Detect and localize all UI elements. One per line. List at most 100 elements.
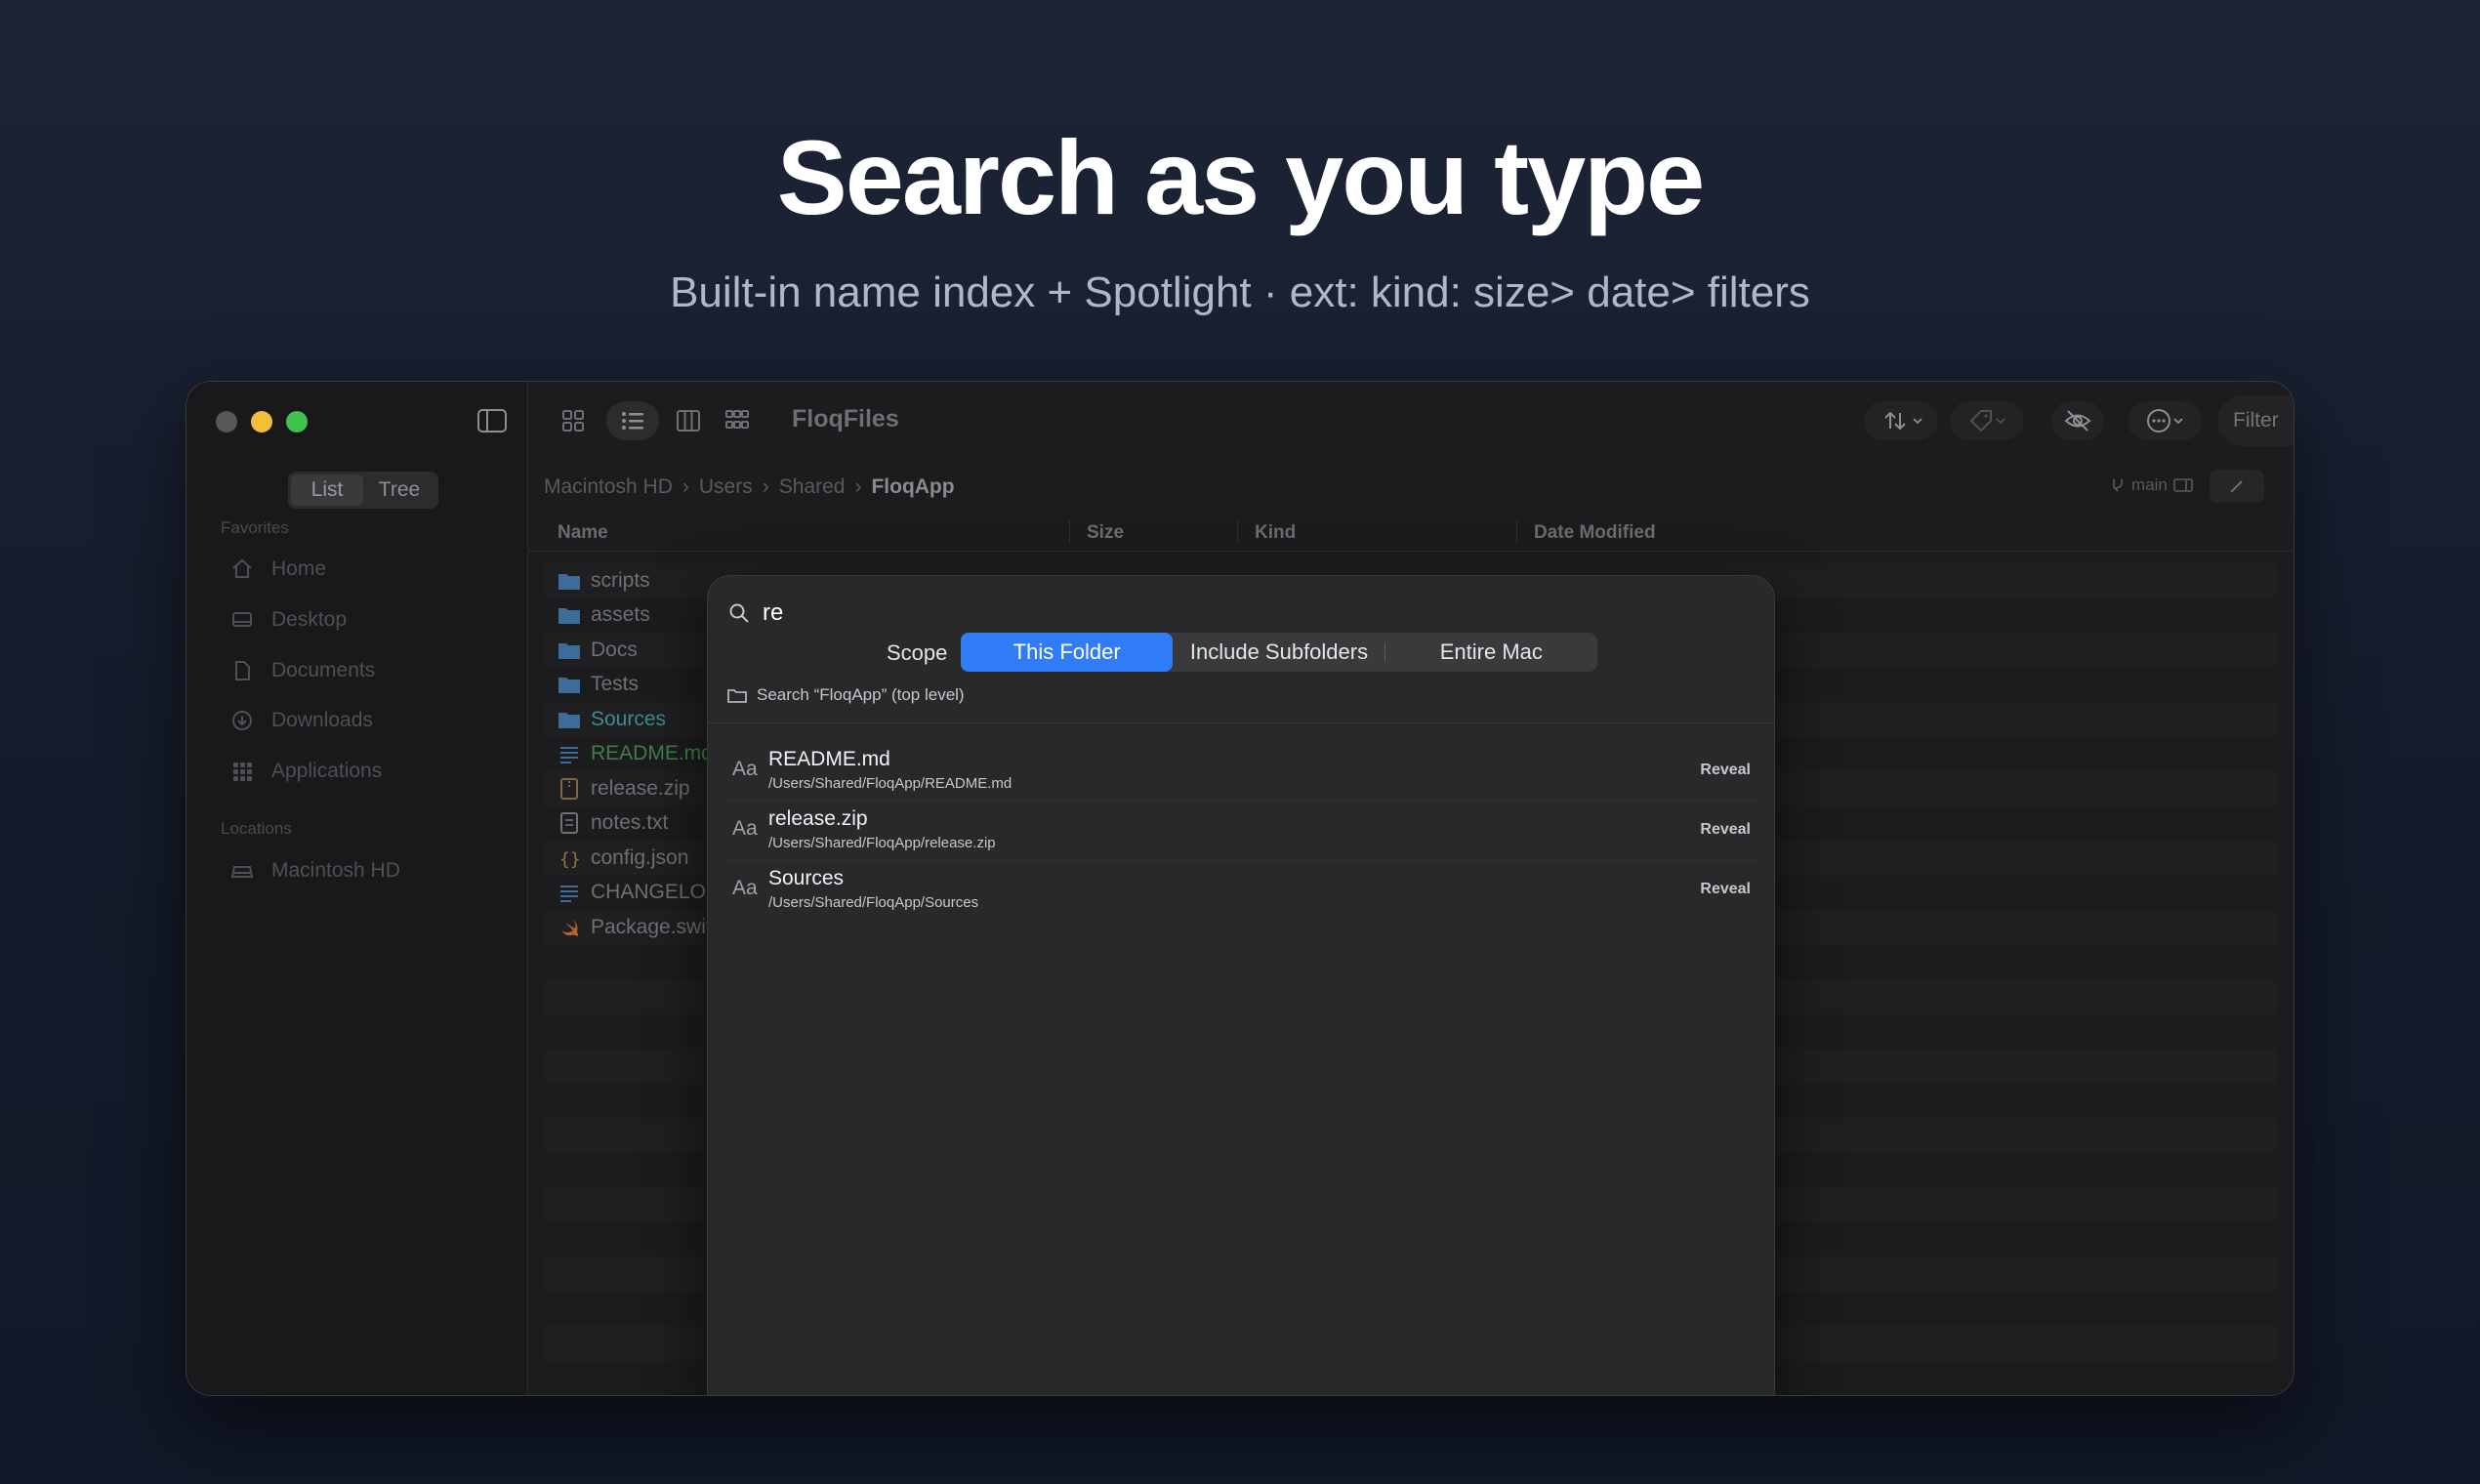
markdown-icon bbox=[560, 747, 578, 764]
panel-icon bbox=[2173, 478, 2193, 492]
scope-hint: Search “FloqApp” (top level) bbox=[727, 685, 965, 705]
column-name[interactable]: Name bbox=[558, 522, 608, 544]
sidebar-item-label: Applications bbox=[271, 760, 383, 782]
column-kind[interactable]: Kind bbox=[1255, 522, 1296, 544]
scope-this-folder[interactable]: This Folder bbox=[961, 633, 1174, 672]
file-name: config.json bbox=[591, 845, 689, 869]
window-controls bbox=[216, 411, 308, 433]
reveal-button[interactable]: Reveal bbox=[1700, 881, 1751, 898]
grid-view-icon bbox=[562, 410, 584, 432]
view-mode-tree[interactable]: Tree bbox=[363, 474, 435, 506]
name-match-icon: Aa bbox=[732, 758, 758, 780]
search-results: Aa README.md /Users/Shared/FloqApp/READM… bbox=[727, 742, 1755, 921]
hidden-files-toggle[interactable] bbox=[2051, 401, 2104, 440]
breadcrumb-separator-icon: › bbox=[762, 475, 769, 498]
sidebar-item-label: Downloads bbox=[271, 709, 373, 731]
search-popover: Scope This Folder Include Subfolders Ent… bbox=[707, 575, 1775, 1395]
search-result[interactable]: Aa Sources /Users/Shared/FloqApp/Sources… bbox=[727, 861, 1755, 921]
breadcrumb: Macintosh HD › Users › Shared › FloqApp bbox=[544, 475, 955, 499]
markdown-icon bbox=[560, 886, 578, 903]
applications-grid-icon bbox=[233, 763, 252, 781]
name-match-icon: Aa bbox=[732, 877, 758, 899]
house-icon bbox=[232, 558, 252, 578]
breadcrumb-separator-icon: › bbox=[682, 475, 689, 498]
desktop-icon bbox=[232, 612, 252, 627]
toolbar: FloqFiles bbox=[528, 382, 2294, 460]
file-name: Docs bbox=[591, 638, 638, 661]
svg-text:{}: {} bbox=[559, 849, 581, 869]
sort-button[interactable] bbox=[1864, 401, 1938, 440]
ellipsis-circle-icon bbox=[2147, 409, 2170, 433]
result-name: README.md bbox=[768, 748, 890, 770]
file-name: release.zip bbox=[591, 776, 690, 800]
app-title: FloqFiles bbox=[792, 405, 899, 433]
sidebar-item-documents[interactable]: Documents bbox=[230, 654, 375, 687]
pencil-icon bbox=[2230, 480, 2243, 493]
tags-button[interactable] bbox=[1950, 401, 2024, 440]
sidebar-item-label: Documents bbox=[271, 659, 376, 681]
column-view-button[interactable] bbox=[669, 401, 708, 440]
scope-entire-mac[interactable]: Entire Mac bbox=[1385, 633, 1597, 672]
search-icon bbox=[729, 603, 749, 623]
search-result[interactable]: Aa release.zip /Users/Shared/FloqApp/rel… bbox=[727, 802, 1755, 861]
column-separator[interactable] bbox=[1069, 520, 1070, 544]
column-size[interactable]: Size bbox=[1087, 522, 1124, 544]
minimize-window-button[interactable] bbox=[251, 411, 272, 433]
result-path: /Users/Shared/FloqApp/release.zip bbox=[768, 835, 996, 851]
search-input[interactable] bbox=[763, 599, 1641, 627]
hero-title: Search as you type bbox=[776, 118, 1705, 236]
gallery-view-button[interactable] bbox=[718, 401, 757, 440]
column-separator[interactable] bbox=[1237, 520, 1238, 544]
search-result[interactable]: Aa README.md /Users/Shared/FloqApp/READM… bbox=[727, 742, 1755, 802]
result-name: release.zip bbox=[768, 807, 868, 830]
sidebar: List Tree Favorites Home Desktop Documen… bbox=[186, 382, 528, 1395]
breadcrumb-item[interactable]: Shared bbox=[779, 475, 846, 499]
gallery-icon bbox=[725, 410, 749, 429]
list-view-button[interactable] bbox=[606, 401, 659, 440]
scope-include-subfolders[interactable]: Include Subfolders bbox=[1173, 633, 1385, 672]
git-branch-name: main bbox=[2131, 475, 2168, 494]
scope-hint-text: Search “FloqApp” (top level) bbox=[757, 685, 965, 704]
icon-view-button[interactable] bbox=[554, 401, 593, 440]
zip-icon bbox=[560, 777, 578, 800]
sidebar-item-downloads[interactable]: Downloads bbox=[230, 704, 373, 737]
view-mode-segmented-control: List Tree bbox=[288, 472, 438, 509]
sidebar-item-label: Macintosh HD bbox=[271, 859, 400, 882]
folder-icon bbox=[558, 573, 580, 590]
reveal-button[interactable]: Reveal bbox=[1700, 821, 1751, 839]
hero-subtitle: Built-in name index + Spotlight · ext: k… bbox=[670, 268, 1810, 316]
eye-slash-icon bbox=[2064, 410, 2091, 432]
sidebar-item-desktop[interactable]: Desktop bbox=[230, 603, 347, 637]
git-branch-indicator[interactable]: main bbox=[2110, 475, 2193, 495]
breadcrumb-item[interactable]: Macintosh HD bbox=[544, 475, 673, 499]
column-separator[interactable] bbox=[1516, 520, 1517, 544]
close-window-button[interactable] bbox=[216, 411, 237, 433]
edit-button[interactable] bbox=[2210, 470, 2264, 503]
scope-option-label: Include Subfolders bbox=[1189, 639, 1369, 664]
column-date-modified[interactable]: Date Modified bbox=[1534, 522, 1656, 544]
sidebar-item-applications[interactable]: Applications bbox=[230, 755, 382, 788]
search-field bbox=[727, 594, 1755, 633]
result-path: /Users/Shared/FloqApp/README.md bbox=[768, 775, 1013, 792]
file-name: scripts bbox=[591, 568, 650, 592]
more-actions-button[interactable] bbox=[2128, 401, 2202, 440]
file-name: notes.txt bbox=[591, 811, 669, 835]
file-name: Sources bbox=[591, 707, 667, 730]
maximize-window-button[interactable] bbox=[286, 411, 308, 433]
reveal-button[interactable]: Reveal bbox=[1700, 762, 1751, 779]
text-file-icon bbox=[560, 812, 578, 835]
breadcrumb-separator-icon: › bbox=[854, 475, 862, 498]
breadcrumb-current[interactable]: FloqApp bbox=[871, 475, 954, 499]
locations-header: Locations bbox=[221, 819, 292, 838]
sidebar-item-home[interactable]: Home bbox=[230, 553, 326, 586]
folder-icon bbox=[558, 712, 580, 728]
sidebar-item-macintosh-hd[interactable]: Macintosh HD bbox=[230, 854, 400, 887]
chevron-down-icon bbox=[1996, 418, 2005, 425]
sidebar-toggle-icon[interactable] bbox=[476, 408, 508, 433]
divider bbox=[708, 722, 1774, 723]
breadcrumb-item[interactable]: Users bbox=[699, 475, 753, 499]
git-branch-icon bbox=[2113, 479, 2123, 492]
drive-icon bbox=[230, 866, 254, 878]
view-mode-list[interactable]: List bbox=[291, 474, 363, 506]
filter-input[interactable] bbox=[2217, 395, 2294, 446]
